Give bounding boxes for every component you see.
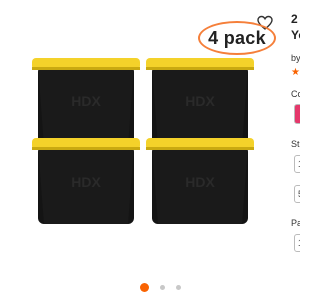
storage-option-2[interactable]: 5 bbox=[294, 185, 300, 203]
bin-bottom-right: HDX bbox=[146, 138, 254, 224]
color-swatch[interactable] bbox=[294, 104, 300, 124]
storage-option-1[interactable]: 1 bbox=[294, 155, 300, 173]
svg-text:HDX: HDX bbox=[71, 174, 101, 190]
bin-top-left: HDX bbox=[32, 58, 140, 146]
pack-count-badge: 4 pack bbox=[198, 21, 276, 55]
bin-bottom-left: HDX bbox=[32, 138, 140, 224]
product-info-panel: 2 Ye by ★ Co St 1 5 Pa 1 bbox=[286, 0, 300, 300]
carousel-dot-1[interactable] bbox=[140, 283, 149, 292]
brand-by-text: by bbox=[291, 53, 300, 63]
bin-top-right: HDX bbox=[146, 58, 254, 146]
svg-text:HDX: HDX bbox=[185, 174, 215, 190]
carousel-dot-3[interactable] bbox=[176, 285, 181, 290]
image-carousel-dots bbox=[140, 283, 190, 293]
product-image-gallery[interactable]: 4 pack HDX HDX HDX HDX bbox=[0, 0, 286, 300]
pack-option-1[interactable]: 1 bbox=[294, 234, 300, 252]
storage-bins-product-image[interactable]: HDX HDX HDX HDX bbox=[28, 52, 264, 227]
product-title-line-2: Ye bbox=[291, 28, 300, 42]
svg-text:HDX: HDX bbox=[185, 93, 215, 109]
color-label: Co bbox=[291, 89, 300, 99]
product-title-line-1: 2 bbox=[291, 12, 298, 26]
storage-label: St bbox=[291, 139, 300, 149]
rating-star-icon[interactable]: ★ bbox=[291, 67, 300, 78]
svg-text:HDX: HDX bbox=[71, 93, 101, 109]
carousel-dot-2[interactable] bbox=[160, 285, 165, 290]
pack-size-label: Pa bbox=[291, 218, 300, 228]
